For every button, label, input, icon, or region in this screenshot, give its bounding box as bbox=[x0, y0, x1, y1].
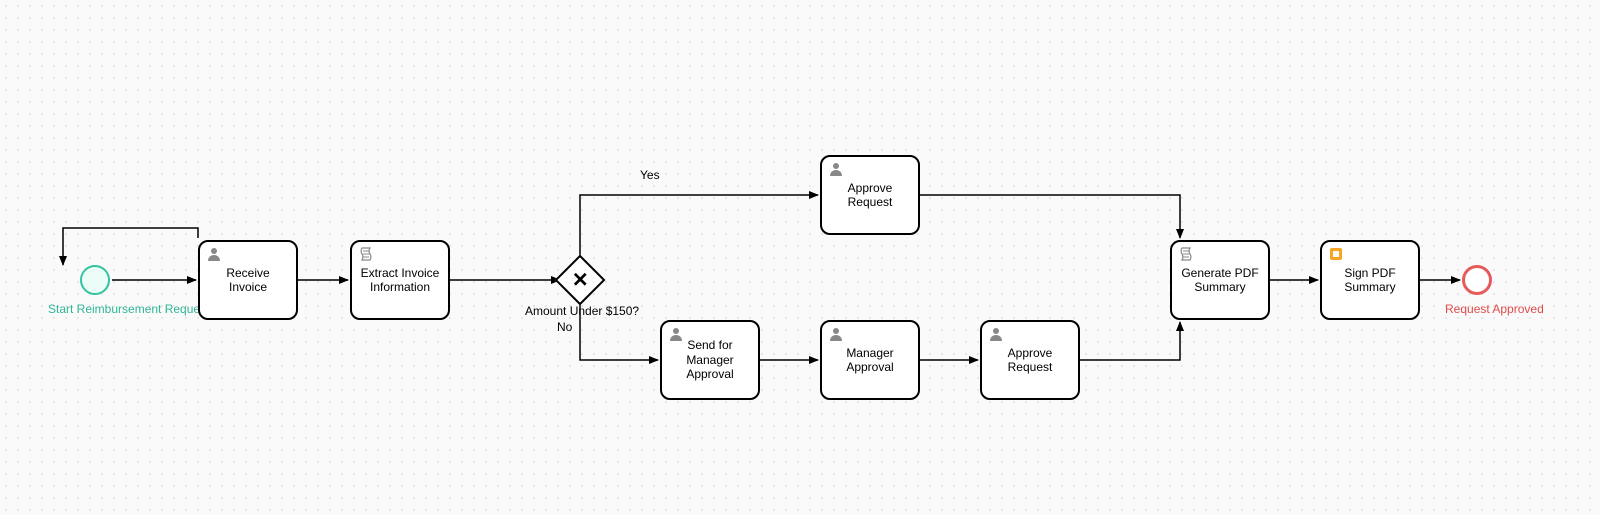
task-receive-invoice[interactable]: Receive Invoice bbox=[198, 240, 298, 320]
task-generate-pdf-summary[interactable]: Generate PDF Summary bbox=[1170, 240, 1270, 320]
task-label: Approve Request bbox=[830, 181, 910, 210]
start-event[interactable] bbox=[80, 265, 110, 295]
user-icon bbox=[828, 161, 844, 177]
script-icon bbox=[358, 246, 374, 262]
task-label: Send for Manager Approval bbox=[670, 338, 750, 381]
user-icon bbox=[668, 326, 684, 342]
task-label: Receive Invoice bbox=[208, 266, 288, 295]
end-event[interactable] bbox=[1462, 265, 1492, 295]
start-event-label: Start Reimbursement Request bbox=[48, 302, 209, 316]
gateway-amount-under-150[interactable]: ✕ bbox=[555, 255, 606, 306]
script-icon bbox=[1178, 246, 1194, 262]
gateway-label: Amount Under $150? bbox=[525, 304, 639, 318]
gateway-x-icon: ✕ bbox=[572, 270, 589, 290]
user-icon bbox=[828, 326, 844, 342]
gateway-yes-label: Yes bbox=[640, 168, 660, 182]
task-approve-request-top[interactable]: Approve Request bbox=[820, 155, 920, 235]
task-send-for-manager-approval[interactable]: Send for Manager Approval bbox=[660, 320, 760, 400]
task-label: Generate PDF Summary bbox=[1180, 266, 1260, 295]
task-label: Manager Approval bbox=[830, 346, 910, 375]
document-icon bbox=[1328, 246, 1344, 262]
task-approve-request-bottom[interactable]: Approve Request bbox=[980, 320, 1080, 400]
task-label: Sign PDF Summary bbox=[1330, 266, 1410, 295]
user-icon bbox=[206, 246, 222, 262]
task-extract-invoice[interactable]: Extract Invoice Information bbox=[350, 240, 450, 320]
task-label: Approve Request bbox=[990, 346, 1070, 375]
bpmn-canvas[interactable]: Start Reimbursement Request Receive Invo… bbox=[0, 0, 1600, 515]
task-label: Extract Invoice Information bbox=[360, 266, 440, 295]
user-icon bbox=[988, 326, 1004, 342]
task-manager-approval[interactable]: Manager Approval bbox=[820, 320, 920, 400]
task-sign-pdf-summary[interactable]: Sign PDF Summary bbox=[1320, 240, 1420, 320]
end-event-label: Request Approved bbox=[1445, 302, 1544, 316]
gateway-no-label: No bbox=[557, 320, 572, 334]
